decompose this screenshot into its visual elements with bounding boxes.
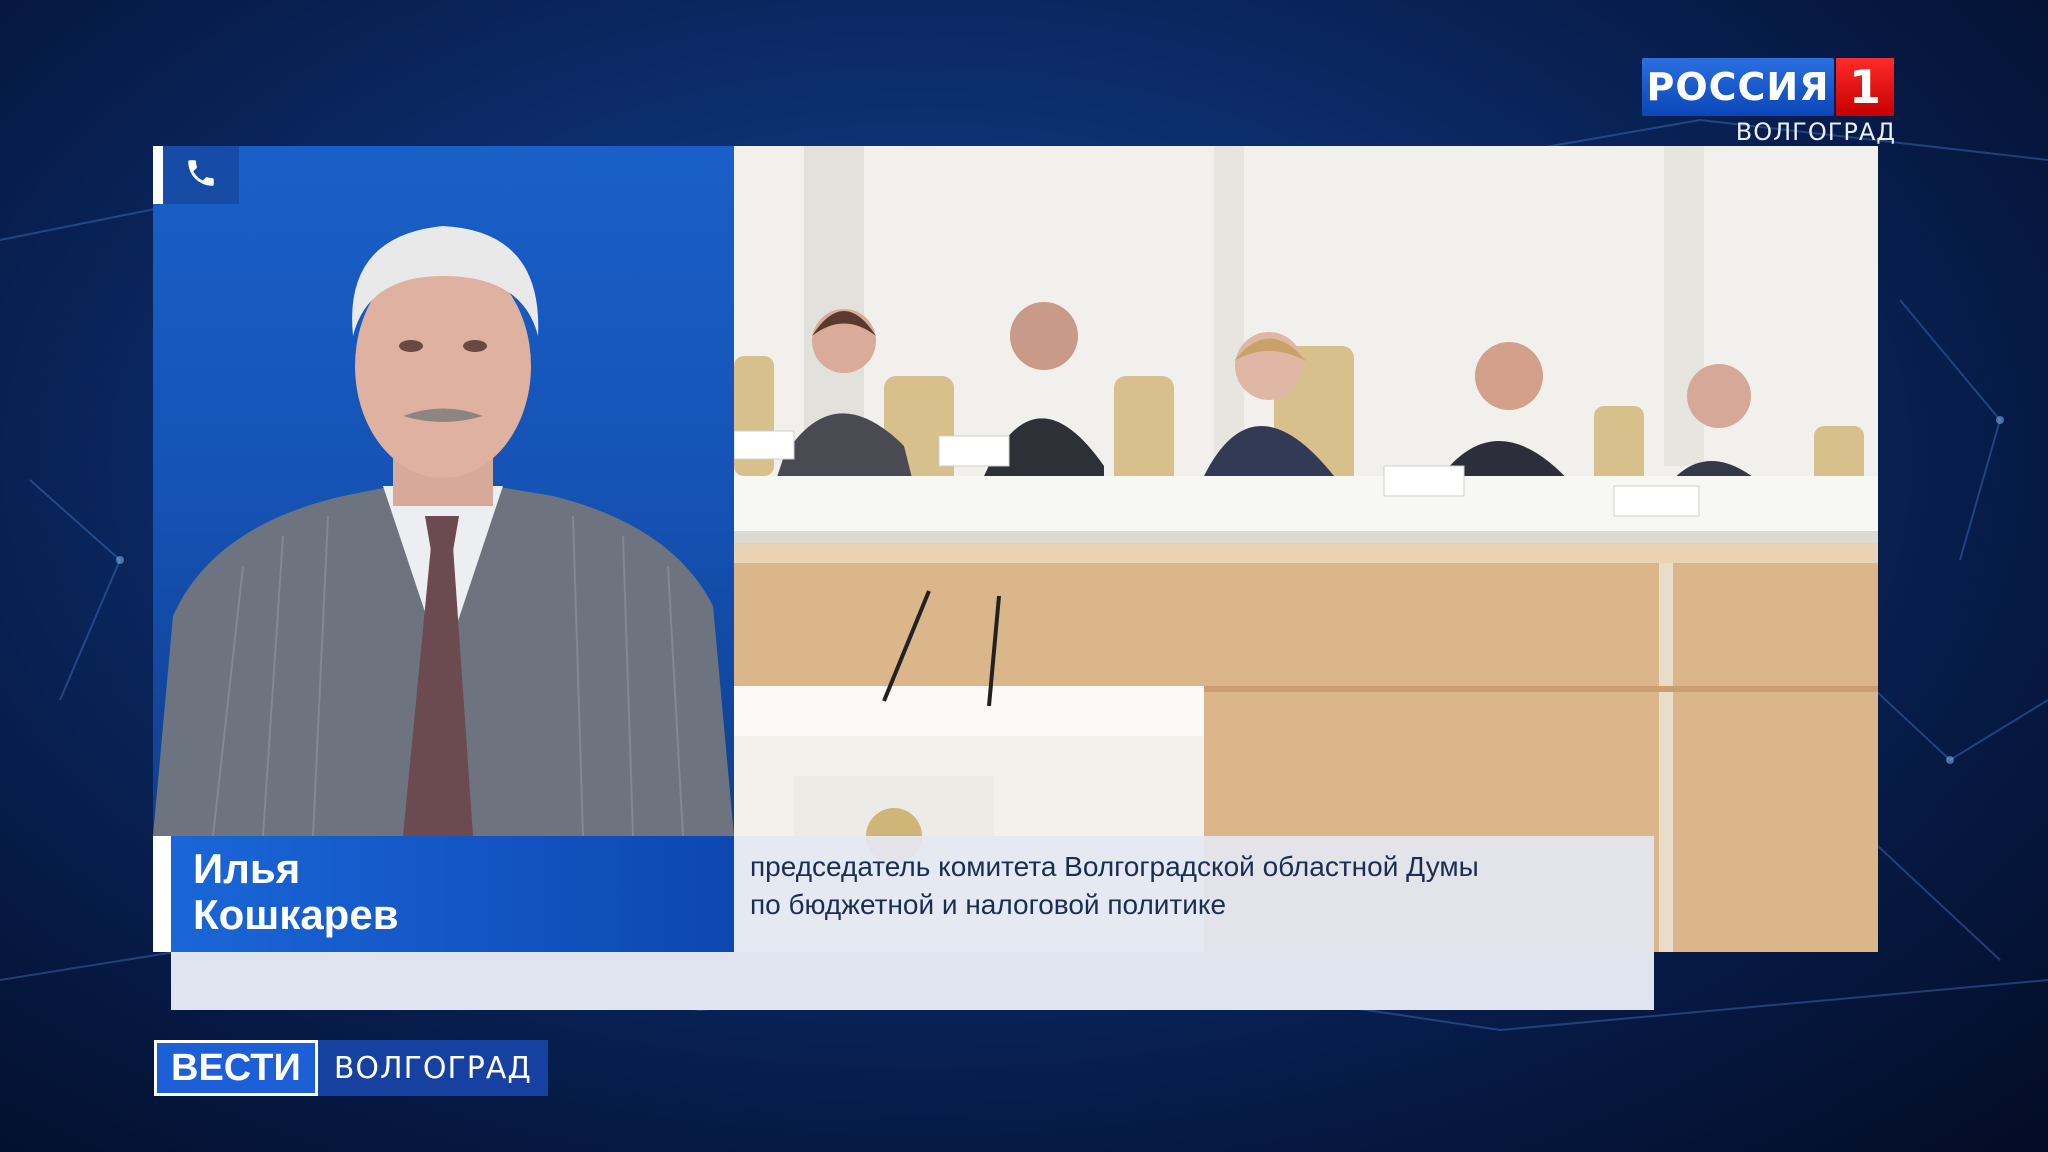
speaker-name: Илья Кошкарев (193, 846, 399, 938)
phone-badge (153, 146, 239, 204)
speaker-title-line1: председатель комитета Волгоградской обла… (750, 851, 1479, 882)
channel-name: РОССИЯ (1642, 58, 1834, 116)
meeting-photo (734, 146, 1878, 952)
speaker-name-plate: Илья Кошкарев (153, 836, 734, 952)
phone-icon (184, 156, 218, 194)
speaker-title: председатель комитета Волгоградской обла… (750, 848, 1479, 924)
channel-logo: РОССИЯ 1 (1642, 58, 1894, 116)
program-brand: ВЕСТИ (154, 1040, 318, 1096)
program-logo: ВЕСТИ ВОЛГОГРАД (154, 1040, 548, 1096)
speaker-title-plate: председатель комитета Волгоградской обла… (734, 836, 1654, 952)
channel-region: ВОЛГОГРАД (1735, 118, 1896, 146)
speaker-last-name: Кошкарев (193, 891, 399, 938)
speaker-first-name: Илья (193, 845, 301, 892)
speaker-portrait (153, 146, 734, 836)
caption-underbar (171, 952, 1654, 1010)
program-region: ВОЛГОГРАД (317, 1040, 548, 1096)
channel-number: 1 (1836, 58, 1894, 116)
speaker-title-line2: по бюджетной и налоговой политике (750, 889, 1227, 920)
